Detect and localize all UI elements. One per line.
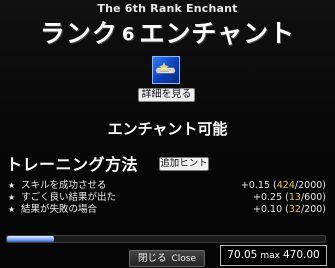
window-title: ランク 6 エンチャント [0,14,335,50]
title-prefix: ランク [39,19,118,48]
training-value: +0.10 (32/200) [253,204,326,215]
title-suffix: エンチャント [139,19,296,48]
enchant-status: エンチャント可能 [107,120,228,138]
training-label: 結果が失敗の場合 [21,204,98,215]
rank-number: 6 [121,24,136,45]
training-list: ★ スキルを成功させる +0.15 (424/2000) ★ すごく良い結果が出… [8,180,326,216]
training-value: +0.25 (13/600) [253,192,326,203]
view-details-button[interactable]: 詳細を見る [138,88,195,102]
training-current: 13 [288,192,301,203]
additional-hint-button[interactable]: 追加ヒント [159,157,209,171]
close-label: 閉じる [137,253,167,264]
star-icon: ★ [8,181,16,190]
training-title: トレーニング方法 [6,155,139,174]
training-value: +0.15 (424/2000) [240,180,326,191]
training-label: すごく良い結果が出た [21,192,117,203]
training-label: スキルを成功させる [21,180,107,191]
close-label-en: Close [171,254,197,264]
training-current: 32 [288,204,301,215]
training-row: ★ すごく良い結果が出た +0.25 (13/600) [8,192,326,204]
star-icon: ★ [8,205,16,214]
max-word: max [260,251,280,261]
enchant-scroll-icon[interactable] [152,56,180,84]
max-points: 470.00 [282,249,320,261]
training-current: 424 [276,180,295,191]
training-progress-bar [6,235,326,243]
current-points: 70.05 [227,249,258,261]
training-row: ★ 結果が失敗の場合 +0.10 (32/200) [8,204,326,216]
scroll-glyph-icon [155,62,176,74]
star-icon: ★ [8,193,16,202]
progress-fill [7,236,54,242]
close-button[interactable]: 閉じる Close [129,250,205,267]
enchant-window: The 6th Rank Enchant ランク 6 エンチャント 詳細を見る エン… [0,0,335,268]
training-row: ★ スキルを成功させる +0.15 (424/2000) [8,180,326,192]
training-points-readout: 70.05 max 470.00 [220,245,327,266]
